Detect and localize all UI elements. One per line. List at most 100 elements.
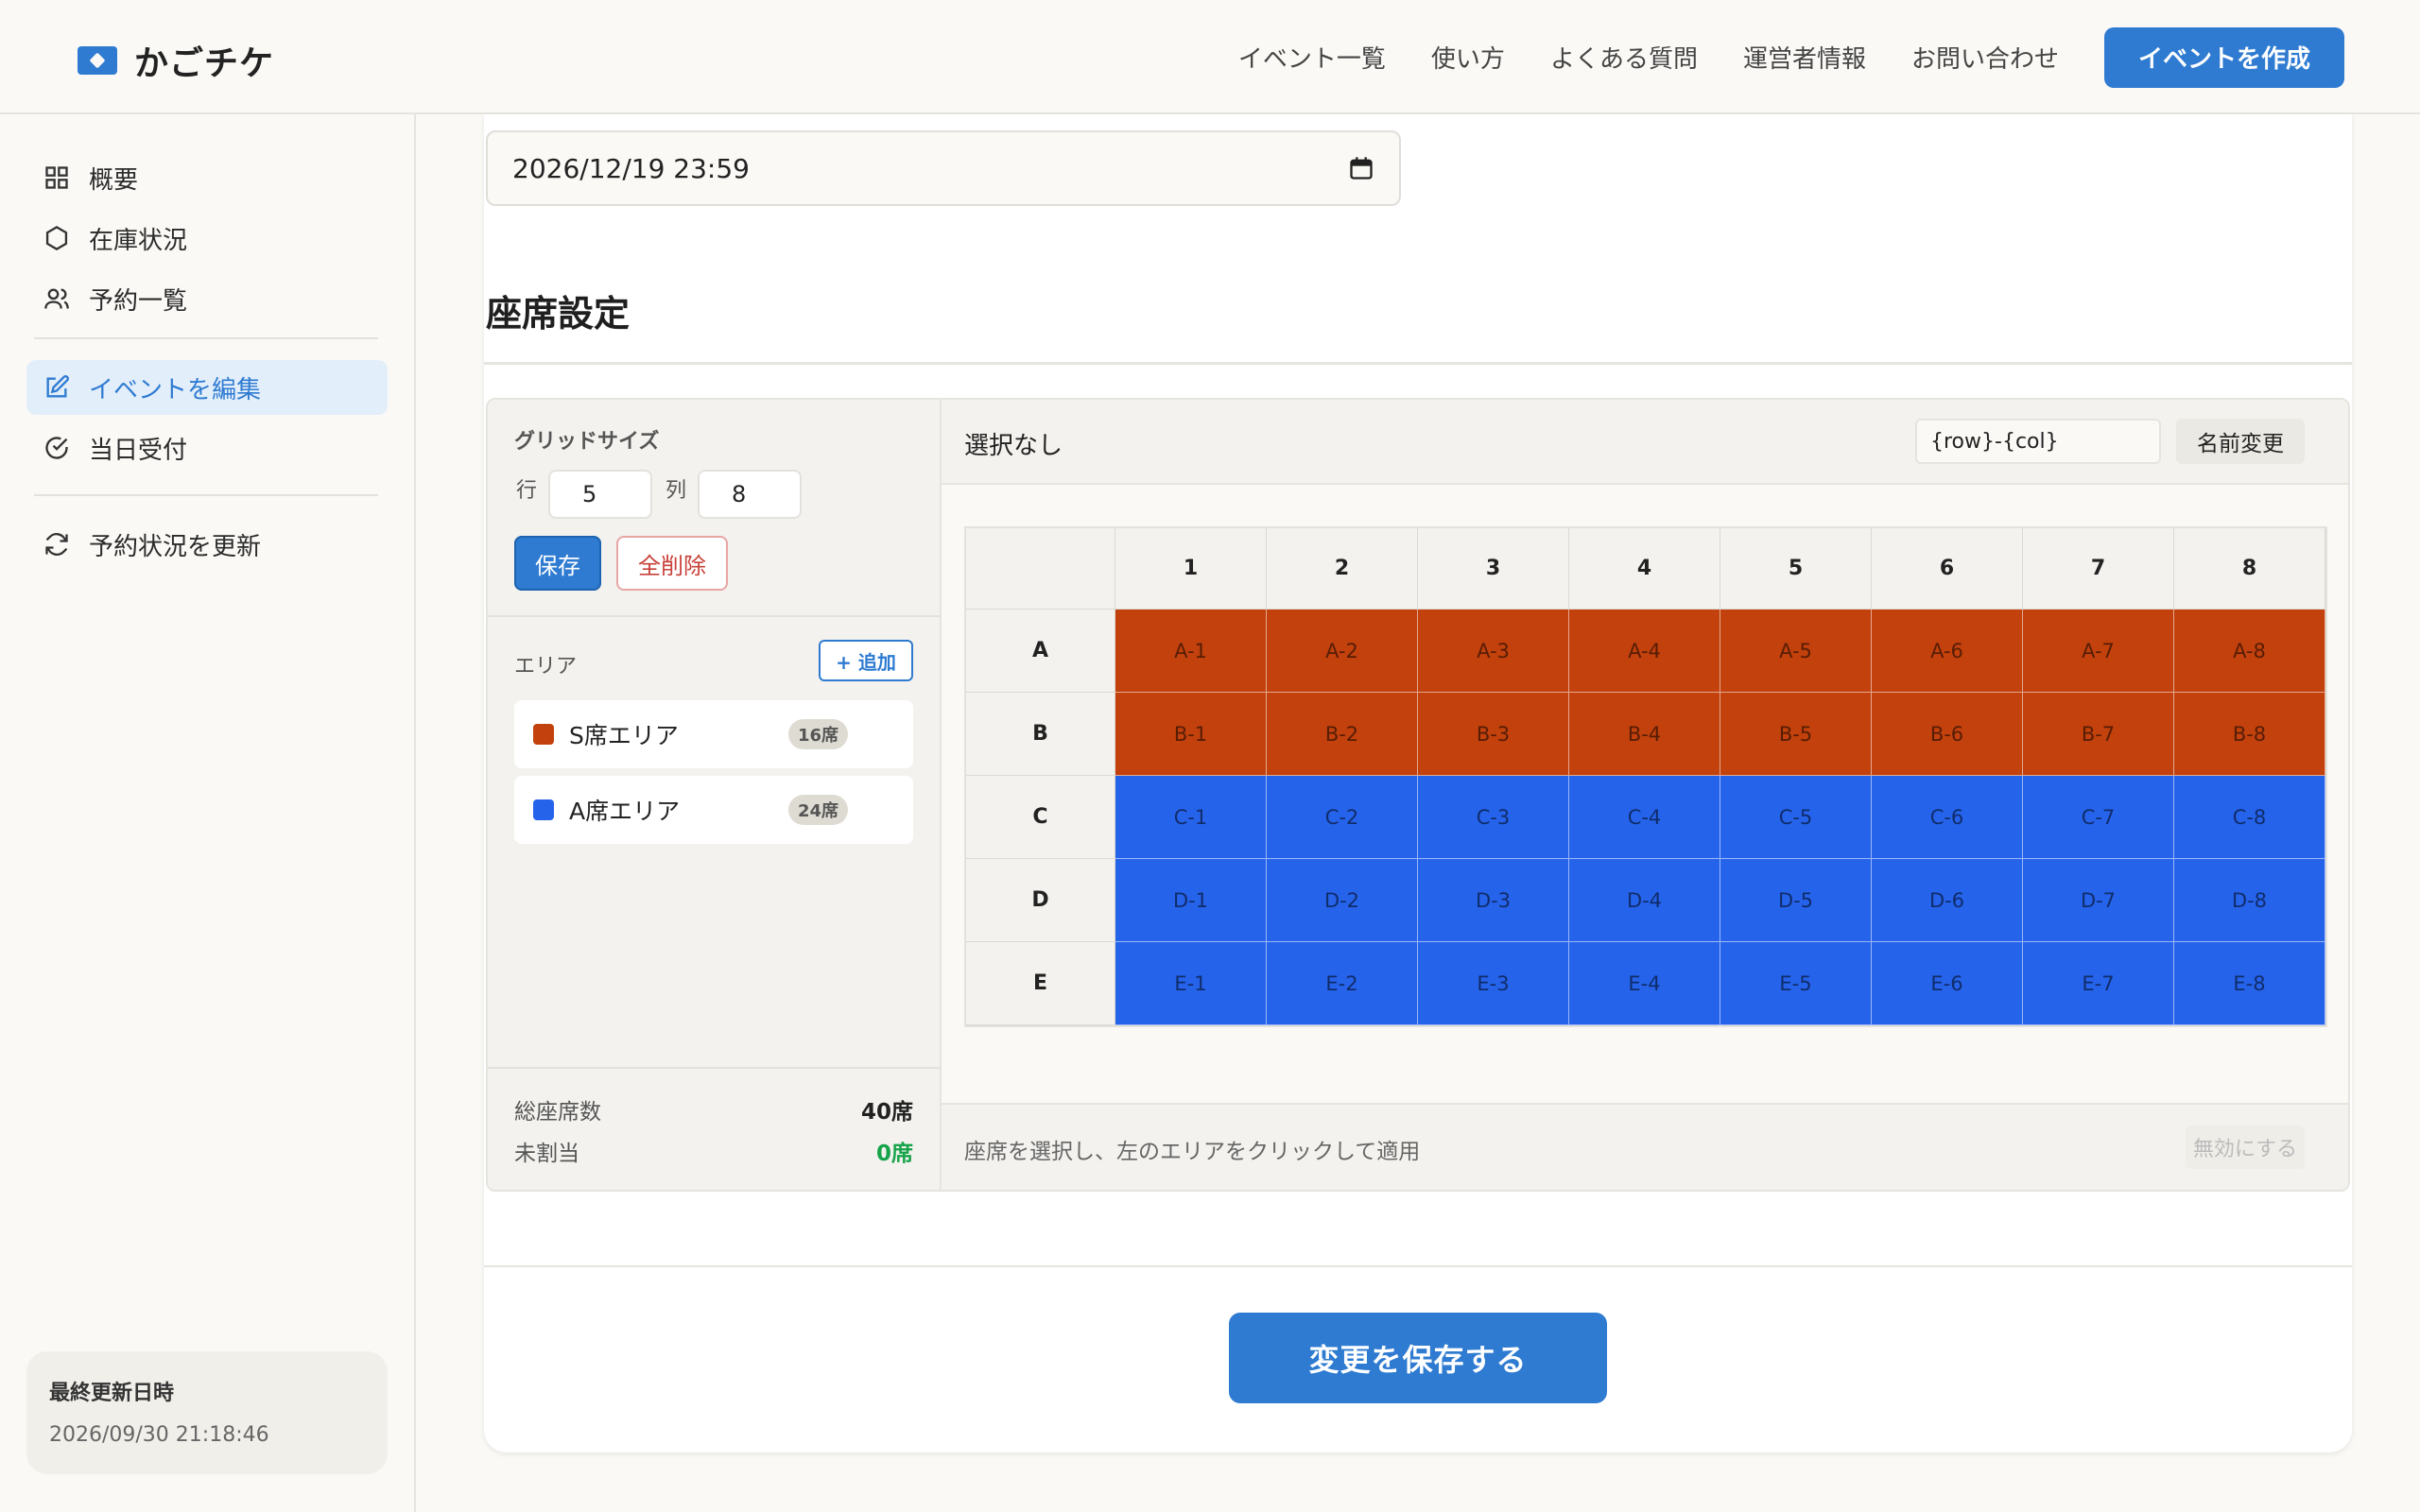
seat-cell[interactable]: A-6 bbox=[1872, 610, 2023, 693]
seat-cell[interactable]: D-7 bbox=[2023, 859, 2174, 942]
row-header[interactable]: E bbox=[966, 942, 1115, 1025]
row-header[interactable]: A bbox=[966, 610, 1115, 693]
seat-name-pattern-input[interactable]: {row}-{col} bbox=[1915, 419, 2161, 464]
area-label: エリア bbox=[514, 655, 578, 679]
seat-cell[interactable]: B-4 bbox=[1569, 693, 1720, 776]
seat-cell[interactable]: D-3 bbox=[1418, 859, 1569, 942]
seat-cell[interactable]: A-4 bbox=[1569, 610, 1720, 693]
seat-cell[interactable]: A-8 bbox=[2174, 610, 2325, 693]
sidebar-item-refresh[interactable]: 予約状況を更新 bbox=[26, 517, 388, 572]
row-header[interactable]: D bbox=[966, 859, 1115, 942]
seat-cell[interactable]: A-5 bbox=[1720, 610, 1872, 693]
seat-cell[interactable]: B-7 bbox=[2023, 693, 2174, 776]
seat-cell[interactable]: C-7 bbox=[2023, 776, 2174, 859]
area-seat-count: 24席 bbox=[788, 795, 849, 825]
seat-cell[interactable]: E-6 bbox=[1872, 942, 2023, 1025]
row-header[interactable]: C bbox=[966, 776, 1115, 859]
sidebar-divider bbox=[34, 337, 378, 339]
nav-contact[interactable]: お問い合わせ bbox=[1911, 40, 2059, 75]
seat-cell[interactable]: B-2 bbox=[1267, 693, 1418, 776]
seat-cell[interactable]: D-4 bbox=[1569, 859, 1720, 942]
refresh-icon bbox=[43, 531, 70, 558]
column-header[interactable]: 4 bbox=[1569, 528, 1720, 610]
seat-cell[interactable]: D-1 bbox=[1115, 859, 1267, 942]
seat-cell[interactable]: E-3 bbox=[1418, 942, 1569, 1025]
seat-cell[interactable]: E-1 bbox=[1115, 942, 1267, 1025]
sidebar-item-checkin[interactable]: 当日受付 bbox=[26, 421, 388, 475]
row-header[interactable]: B bbox=[966, 693, 1115, 776]
seat-cell[interactable]: B-6 bbox=[1872, 693, 2023, 776]
cols-label: 列 bbox=[666, 479, 687, 503]
column-header[interactable]: 7 bbox=[2023, 528, 2174, 610]
sidebar-item-label: 概要 bbox=[89, 165, 139, 195]
seat-cell[interactable]: C-6 bbox=[1872, 776, 2023, 859]
selection-status: 選択なし bbox=[964, 432, 1063, 460]
seat-cell[interactable]: B-3 bbox=[1418, 693, 1569, 776]
rows-input[interactable]: 5 bbox=[548, 470, 652, 519]
seat-cell[interactable]: C-3 bbox=[1418, 776, 1569, 859]
seat-settings-title: 座席設定 bbox=[486, 293, 631, 335]
calendar-icon[interactable] bbox=[1348, 155, 1374, 181]
seat-editor-footer: 座席を選択し、左のエリアをクリックして適用 無効にする bbox=[942, 1103, 2348, 1190]
nav-event-list[interactable]: イベント一覧 bbox=[1238, 40, 1386, 75]
sidebar-item-reservations[interactable]: 予約一覧 bbox=[26, 271, 388, 326]
nav-operator-info[interactable]: 運営者情報 bbox=[1743, 40, 1866, 75]
sidebar-item-label: 当日受付 bbox=[89, 436, 188, 465]
seat-cell[interactable]: D-6 bbox=[1872, 859, 2023, 942]
seat-cell[interactable]: D-8 bbox=[2174, 859, 2325, 942]
logo[interactable]: かごチケ bbox=[78, 36, 274, 85]
nav-faq[interactable]: よくある質問 bbox=[1550, 40, 1698, 75]
sidebar-item-edit-event[interactable]: イベントを編集 bbox=[26, 360, 388, 415]
column-header[interactable]: 6 bbox=[1872, 528, 2023, 610]
column-header[interactable]: 1 bbox=[1115, 528, 1267, 610]
selection-toolbar: 選択なし {row}-{col} 名前変更 bbox=[942, 400, 2348, 485]
seat-cell[interactable]: E-4 bbox=[1569, 942, 1720, 1025]
seat-cell[interactable]: B-1 bbox=[1115, 693, 1267, 776]
seat-cell[interactable]: D-5 bbox=[1720, 859, 1872, 942]
nav-how-to[interactable]: 使い方 bbox=[1431, 40, 1505, 75]
cols-input[interactable]: 8 bbox=[698, 470, 802, 519]
seat-cell[interactable]: E-8 bbox=[2174, 942, 2325, 1025]
seat-cell[interactable]: C-8 bbox=[2174, 776, 2325, 859]
deadline-value: 2026/12/19 23:59 bbox=[512, 152, 750, 184]
add-area-button[interactable]: + 追加 bbox=[819, 640, 913, 681]
seat-cell[interactable]: E-7 bbox=[2023, 942, 2174, 1025]
area-item-s[interactable]: S席エリア 16席 bbox=[514, 700, 913, 768]
seat-cell[interactable]: C-2 bbox=[1267, 776, 1418, 859]
sidebar-item-label: イベントを編集 bbox=[89, 375, 262, 404]
column-header[interactable]: 8 bbox=[2174, 528, 2325, 610]
hexagon-icon bbox=[43, 225, 70, 251]
seat-cell[interactable]: B-8 bbox=[2174, 693, 2325, 776]
ticket-logo-icon bbox=[78, 46, 117, 75]
column-header[interactable]: 2 bbox=[1267, 528, 1418, 610]
rename-button[interactable]: 名前変更 bbox=[2176, 419, 2305, 464]
unassigned-label: 未割当 bbox=[514, 1142, 579, 1166]
column-header[interactable]: 3 bbox=[1418, 528, 1569, 610]
deadline-datetime-input[interactable]: 2026/12/19 23:59 bbox=[486, 130, 1401, 206]
seat-cell[interactable]: E-5 bbox=[1720, 942, 1872, 1025]
seat-cell[interactable]: D-2 bbox=[1267, 859, 1418, 942]
grid-save-button[interactable]: 保存 bbox=[514, 536, 601, 591]
seat-cell[interactable]: B-5 bbox=[1720, 693, 1872, 776]
seat-cell[interactable]: C-4 bbox=[1569, 776, 1720, 859]
unassigned-row: 未割当 0席 bbox=[514, 1135, 913, 1167]
sidebar-divider bbox=[34, 494, 378, 496]
area-item-a[interactable]: A席エリア 24席 bbox=[514, 776, 913, 844]
seat-cell[interactable]: C-5 bbox=[1720, 776, 1872, 859]
check-circle-icon bbox=[43, 435, 70, 461]
sidebar-item-overview[interactable]: 概要 bbox=[26, 150, 388, 205]
column-header[interactable]: 5 bbox=[1720, 528, 1872, 610]
save-changes-button[interactable]: 変更を保存する bbox=[1229, 1313, 1607, 1403]
seat-cell[interactable]: C-1 bbox=[1115, 776, 1267, 859]
seat-cell[interactable]: E-2 bbox=[1267, 942, 1418, 1025]
sidebar-item-stock[interactable]: 在庫状況 bbox=[26, 211, 388, 266]
seat-cell[interactable]: A-2 bbox=[1267, 610, 1418, 693]
disable-seat-button[interactable]: 無効にする bbox=[2186, 1125, 2305, 1169]
sidebar-item-label: 在庫状況 bbox=[89, 226, 188, 255]
seat-cell[interactable]: A-1 bbox=[1115, 610, 1267, 693]
top-nav: イベント一覧 使い方 よくある質問 運営者情報 お問い合わせ イベントを作成 bbox=[1238, 0, 2420, 114]
clear-all-button[interactable]: 全削除 bbox=[616, 536, 728, 591]
create-event-button[interactable]: イベントを作成 bbox=[2103, 26, 2344, 88]
seat-cell[interactable]: A-3 bbox=[1418, 610, 1569, 693]
seat-cell[interactable]: A-7 bbox=[2023, 610, 2174, 693]
